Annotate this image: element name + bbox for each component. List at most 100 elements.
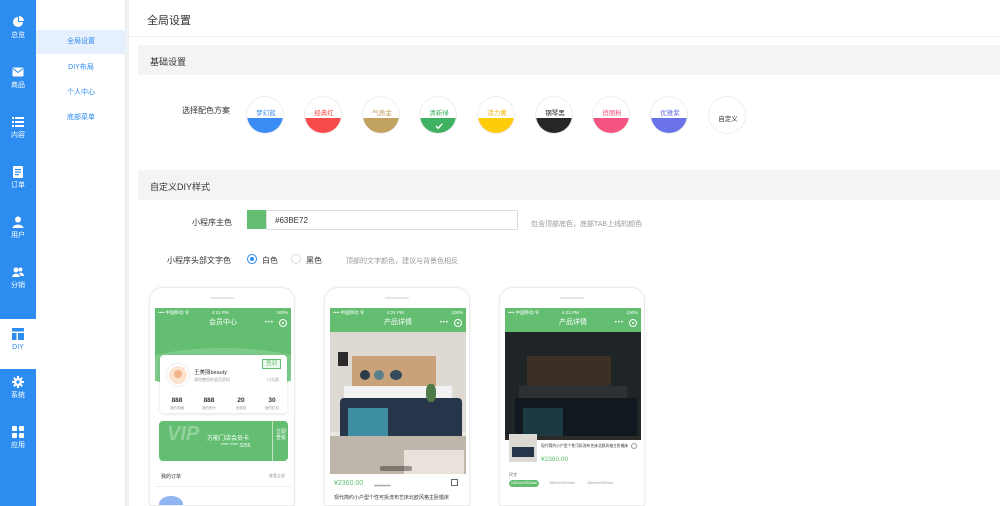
section-title: 自定义DIY样式 — [150, 182, 211, 192]
submenu-item-bottom-menu[interactable]: 底部菜单 — [36, 106, 126, 130]
status-bar: •••• 中国移动 令 4:21 PM 100% — [155, 308, 291, 316]
section-basic: 基础设置 — [138, 45, 1000, 75]
size-option-selected[interactable]: 1500mm*2000mm — [509, 480, 539, 487]
submenu-item-personal-center[interactable]: 个人中心 — [36, 81, 126, 105]
nav-label: DIY — [12, 344, 24, 351]
nav-item-content[interactable]: 内容 — [0, 100, 36, 150]
grid-icon — [12, 426, 24, 438]
size-option[interactable]: 1800mm*2000mm — [585, 480, 615, 487]
scheme-color — [593, 118, 629, 133]
scheme-option-red[interactable]: 经典红 — [304, 96, 342, 134]
user-icon — [12, 216, 24, 228]
phone-screen: •••• 中国移动 令 4:21 PM 100% 产品详情 ••• — [330, 308, 466, 505]
divider — [129, 36, 1000, 37]
share-icon[interactable] — [451, 479, 458, 486]
navbar-title: 产品详情 — [384, 319, 412, 326]
divider — [155, 486, 291, 487]
list-icon — [12, 116, 24, 128]
product-description: 现代简约小户型个性可拆洗布艺床北欧风格主卧婚床 — [334, 495, 450, 501]
nav-item-apps[interactable]: 应用 — [0, 410, 36, 460]
nav-item-distribution[interactable]: 分销 — [0, 250, 36, 300]
sub-menu: 全局设置 DIY布局 个人中心 底部菜单 — [36, 0, 126, 506]
preview-spec-sheet: •••• 中国移动 令 4:21 PM 100% 产品详情 ••• 现代简约小户… — [499, 287, 645, 506]
scheme-color — [478, 118, 514, 133]
scheme-option-black[interactable]: 钢琴黑 — [535, 96, 573, 134]
scheme-name: 自定义 — [718, 116, 738, 123]
orders-decoration — [159, 496, 183, 505]
more-icon: ••• — [264, 320, 274, 326]
preview-product-detail: •••• 中国移动 令 4:21 PM 100% 产品详情 ••• ¥2360.… — [324, 287, 470, 506]
nav-label: 用户 — [11, 232, 25, 239]
user-subtitle: 请完善您的会员资料 — [194, 377, 230, 382]
more-icon: ••• — [614, 320, 624, 326]
stat-value: 888 — [203, 397, 215, 404]
status-carrier: •••• 中国移动 令 — [333, 309, 365, 315]
sheet-thumbnail — [509, 434, 537, 462]
scheme-option-yellow[interactable]: 活力黄 — [477, 96, 515, 134]
card-action-area: 立即查看 — [272, 421, 288, 461]
member-level: 口无限 — [267, 377, 279, 382]
scheme-option-pink[interactable]: 俏丽粉 — [592, 96, 630, 134]
card-name: 万能门店会员卡 — [207, 436, 250, 442]
phone-navbar: 会员中心 ••• — [155, 316, 291, 330]
scheme-name: 气质金 — [372, 110, 392, 117]
vip-card[interactable]: VIP 万能门店会员卡 **** **** 3256 立即查看 — [159, 421, 288, 461]
nav-item-orders[interactable]: 订单 — [0, 150, 36, 200]
nav-label: 内容 — [11, 132, 25, 139]
stat-label: 我的积分 — [202, 406, 216, 410]
scheme-color — [247, 118, 283, 133]
scheme-name: 活力黄 — [487, 110, 507, 117]
card-number: **** **** 3256 — [221, 443, 251, 449]
scheme-color — [536, 118, 572, 133]
section-diy: 自定义DIY样式 — [138, 170, 1000, 200]
scheme-option-green[interactable]: 清新绿 — [419, 96, 457, 134]
status-carrier: •••• 中国移动 令 — [158, 309, 190, 315]
scheme-color — [305, 118, 341, 133]
radio-black-label: 黑色 — [306, 256, 322, 265]
nav-item-goods[interactable]: 商品 — [0, 50, 36, 100]
pie-chart-icon — [12, 16, 24, 28]
card-action: 立即查看 — [276, 429, 287, 441]
submenu-item-global-settings[interactable]: 全局设置 — [36, 30, 126, 54]
scheme-option-custom[interactable]: 自定义 — [708, 96, 746, 134]
sign-in-button[interactable]: 签到 — [261, 359, 281, 369]
status-carrier: •••• 中国移动 令 — [508, 309, 540, 315]
navbar-title: 产品详情 — [559, 319, 587, 326]
stat-value: 888 — [171, 397, 183, 404]
user-card: 王美丽beauty 请完善您的会员资料 签到 口无限 888 我的收藏 888 … — [160, 355, 287, 413]
sheet-price: ¥2360.00 — [541, 456, 569, 463]
check-icon — [434, 121, 444, 131]
main-color-input[interactable] — [266, 210, 518, 230]
scheme-option-purple[interactable]: 优雅紫 — [650, 96, 688, 134]
stat-label: 优惠券 — [235, 406, 247, 410]
radio-white[interactable] — [247, 254, 257, 264]
orders-view-all[interactable]: 查看全部 — [269, 473, 285, 479]
status-time: 4:21 PM — [212, 309, 229, 315]
product-price: ¥2360.00 — [334, 480, 364, 487]
orders-title: 我的订单 — [161, 474, 182, 480]
scheme-name: 梦幻蓝 — [256, 110, 276, 117]
nav-item-overview[interactable]: 总览 — [0, 0, 36, 50]
status-time: 4:21 PM — [387, 309, 404, 315]
scheme-name: 优雅紫 — [660, 110, 680, 117]
scheme-option-gold[interactable]: 气质金 — [362, 96, 400, 134]
target-icon — [279, 319, 287, 327]
scheme-option-blue[interactable]: 梦幻蓝 — [246, 96, 284, 134]
target-icon — [454, 319, 462, 327]
radio-black[interactable] — [291, 254, 301, 264]
close-icon[interactable] — [631, 443, 637, 449]
status-battery: 100% — [276, 309, 288, 315]
size-option[interactable]: 1500mm*2000mm — [547, 480, 577, 487]
nav-item-system[interactable]: 系统 — [0, 360, 36, 410]
title-color-hint: 顶部的文字颜色，建议与背景色相反 — [346, 258, 458, 265]
scheme-name: 俏丽粉 — [602, 110, 622, 117]
color-picker-swatch[interactable] — [247, 210, 266, 229]
submenu-item-diy-layout[interactable]: DIY布局 — [36, 56, 126, 80]
nav-label: 总览 — [11, 32, 25, 39]
phone-screen: •••• 中国移动 令 4:21 PM 100% 会员中心 ••• 王美丽bea… — [155, 308, 291, 505]
stat-label: 我的收藏 — [170, 406, 184, 410]
size-label: 尺寸 — [509, 472, 517, 477]
nav-label: 系统 — [11, 392, 25, 399]
nav-item-users[interactable]: 用户 — [0, 200, 36, 250]
users-icon — [12, 266, 24, 278]
